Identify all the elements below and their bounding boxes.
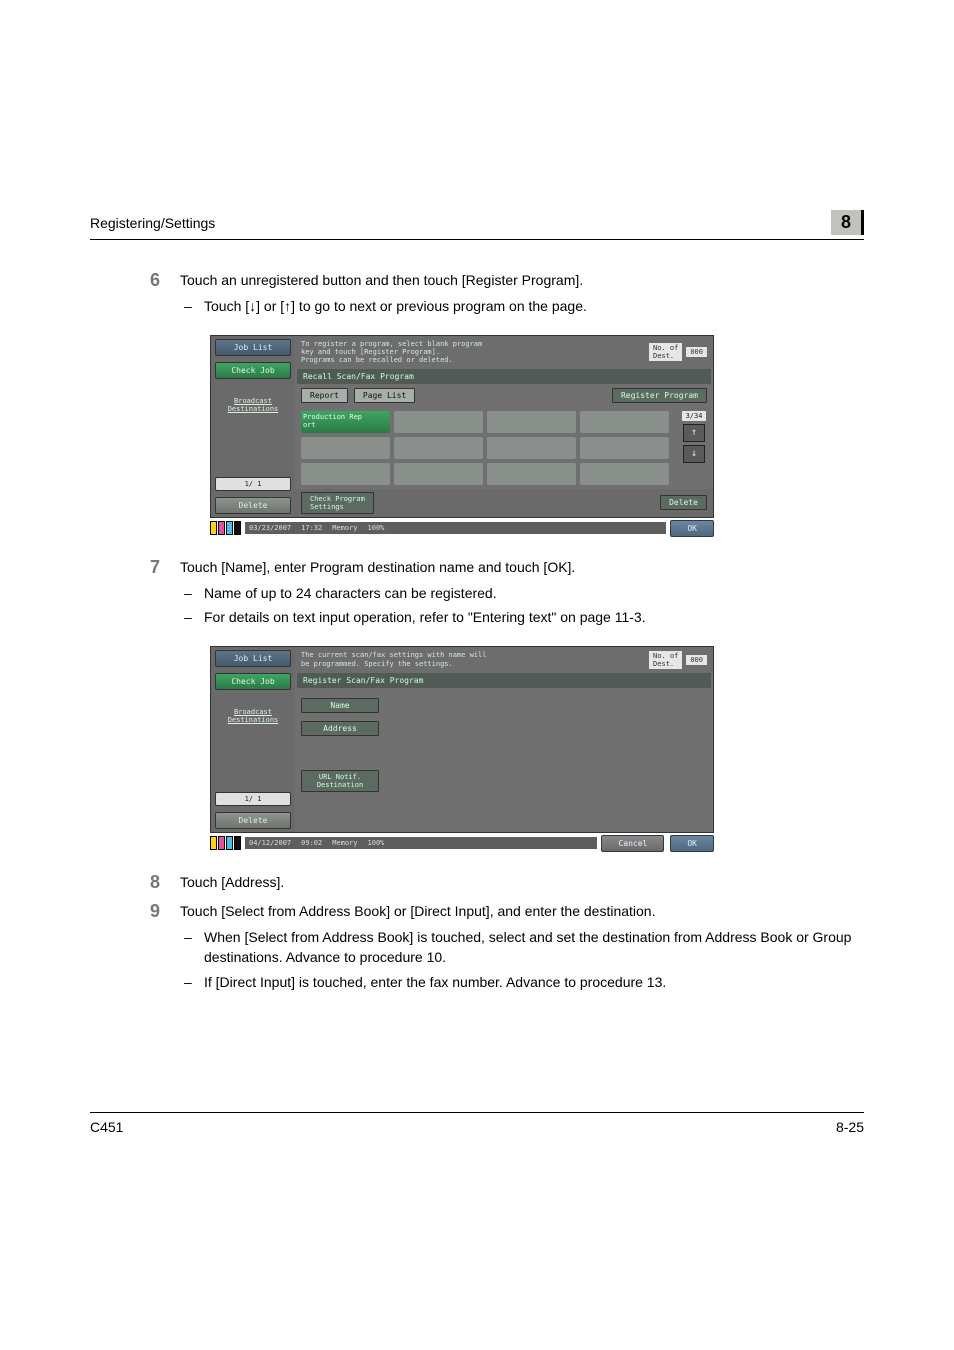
broadcast-label: Broadcast Destinations: [215, 395, 291, 415]
status-memory-label: Memory: [332, 524, 357, 532]
step-9: 9 Touch [Select from Address Book] or [D…: [90, 901, 864, 1002]
panel-title: Register Scan/Fax Program: [297, 673, 711, 688]
program-tile-empty[interactable]: [301, 437, 390, 459]
dest-count-label: No. of Dest.: [649, 651, 682, 669]
delete-button[interactable]: Delete: [660, 495, 707, 510]
toner-yellow-icon: [210, 521, 217, 535]
step-7: 7 Touch [Name], enter Program destinatio…: [90, 557, 864, 638]
program-tile-empty[interactable]: [301, 463, 390, 485]
page-header-title: Registering/Settings: [90, 215, 215, 231]
toner-indicator: [210, 836, 241, 850]
status-date: 04/12/2007: [249, 839, 291, 847]
status-memory-label: Memory: [332, 839, 357, 847]
arrow-down-button[interactable]: ↓: [683, 445, 705, 463]
program-tile-empty[interactable]: [487, 437, 576, 459]
step-text: Touch [Select from Address Book] or [Dir…: [180, 901, 864, 921]
step-bullet: If [Direct Input] is touched, enter the …: [180, 972, 864, 992]
program-tile-empty[interactable]: [487, 463, 576, 485]
step-number: 7: [150, 557, 180, 578]
register-program-button[interactable]: Register Program: [612, 388, 707, 403]
job-list-button[interactable]: Job List: [215, 650, 291, 667]
step-bullet: When [Select from Address Book] is touch…: [180, 927, 864, 968]
step-text: Touch [Address].: [180, 872, 864, 892]
dest-count-label: No. of Dest.: [649, 343, 682, 361]
side-delete-button[interactable]: Delete: [215, 497, 291, 514]
step-number: 8: [150, 872, 180, 893]
status-time: 17:32: [301, 524, 322, 532]
job-list-button[interactable]: Job List: [215, 339, 291, 356]
url-notif-button[interactable]: URL Notif. Destination: [301, 770, 379, 792]
dest-count-value: 000: [686, 655, 707, 665]
step-bullet: Touch [↓] or [↑] to go to next or previo…: [180, 296, 864, 316]
arrow-up-button[interactable]: ↑: [683, 424, 705, 442]
toner-black-icon: [234, 836, 241, 850]
toner-yellow-icon: [210, 836, 217, 850]
ok-button[interactable]: OK: [670, 835, 714, 852]
toner-cyan-icon: [226, 836, 233, 850]
program-tile-empty[interactable]: [580, 437, 669, 459]
address-button[interactable]: Address: [301, 721, 379, 736]
page-list-button[interactable]: Page List: [354, 388, 415, 403]
footer-model: C451: [90, 1119, 123, 1135]
step-6: 6 Touch an unregistered button and then …: [90, 270, 864, 327]
broadcast-label: Broadcast Destinations: [215, 706, 291, 726]
device-screenshot-1: Job List Check Job Broadcast Destination…: [210, 335, 714, 537]
step-number: 6: [150, 270, 180, 291]
toner-cyan-icon: [226, 521, 233, 535]
name-button[interactable]: Name: [301, 698, 379, 713]
toner-indicator: [210, 521, 241, 535]
step-text: Touch [Name], enter Program destination …: [180, 557, 864, 577]
panel-title: Recall Scan/Fax Program: [297, 369, 711, 384]
toner-magenta-icon: [218, 521, 225, 535]
side-page-indicator: 1/ 1: [215, 792, 291, 806]
ok-button[interactable]: OK: [670, 520, 714, 537]
program-tile-empty[interactable]: [394, 437, 483, 459]
instruction-message: To register a program, select blank prog…: [301, 340, 482, 365]
header-rule: [90, 239, 864, 240]
program-tile-empty[interactable]: [487, 411, 576, 433]
report-button[interactable]: Report: [301, 388, 348, 403]
side-delete-button[interactable]: Delete: [215, 812, 291, 829]
chapter-badge: 8: [831, 210, 864, 235]
status-date: 03/23/2007: [249, 524, 291, 532]
status-memory-value: 100%: [368, 839, 385, 847]
status-time: 09:02: [301, 839, 322, 847]
step-bullet: For details on text input operation, ref…: [180, 607, 864, 627]
side-page-indicator: 1/ 1: [215, 477, 291, 491]
check-job-button[interactable]: Check Job: [215, 673, 291, 690]
footer-page: 8-25: [836, 1119, 864, 1135]
status-memory-value: 100%: [368, 524, 385, 532]
program-tile-empty[interactable]: [394, 411, 483, 433]
page-indicator: 3/34: [682, 411, 707, 421]
program-tile-empty[interactable]: [394, 463, 483, 485]
step-number: 9: [150, 901, 180, 922]
cancel-button[interactable]: Cancel: [601, 835, 664, 852]
program-tile-empty[interactable]: [580, 411, 669, 433]
footer-rule: [90, 1112, 864, 1113]
step-8: 8 Touch [Address].: [90, 872, 864, 893]
step-bullet: Name of up to 24 characters can be regis…: [180, 583, 864, 603]
check-program-settings-button[interactable]: Check Program Settings: [301, 492, 374, 514]
toner-black-icon: [234, 521, 241, 535]
program-tile-filled[interactable]: Production Rep ort: [301, 411, 390, 433]
check-job-button[interactable]: Check Job: [215, 362, 291, 379]
instruction-message: The current scan/fax settings with name …: [301, 651, 486, 668]
dest-count-value: 000: [686, 347, 707, 357]
device-screenshot-2: Job List Check Job Broadcast Destination…: [210, 646, 714, 852]
toner-magenta-icon: [218, 836, 225, 850]
step-text: Touch an unregistered button and then to…: [180, 270, 864, 290]
program-tile-empty[interactable]: [580, 463, 669, 485]
